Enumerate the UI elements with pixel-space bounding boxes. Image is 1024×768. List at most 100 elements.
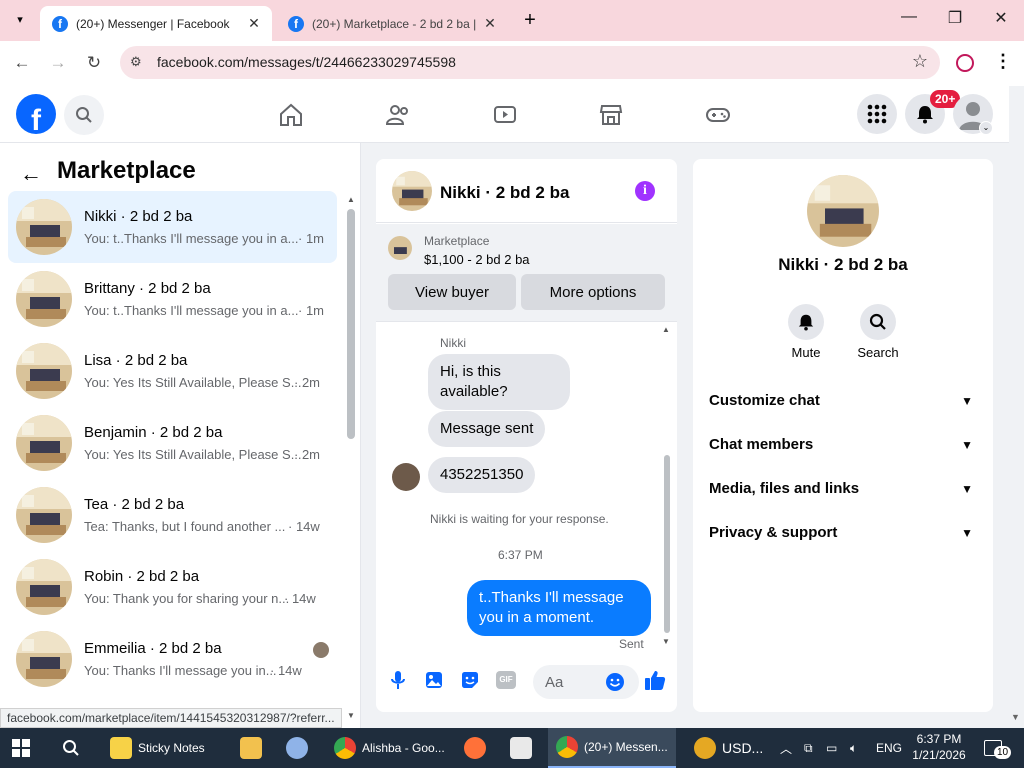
facebook-logo[interactable]: f [16, 94, 56, 134]
chat-header: Nikki · 2 bd 2 ba i [376, 159, 677, 223]
watch-icon[interactable] [492, 102, 518, 128]
marketplace-icon[interactable] [598, 102, 624, 128]
mute-button[interactable] [788, 304, 824, 340]
tab-marketplace[interactable]: f (20+) Marketplace - 2 bd 2 ba | ✕ [276, 6, 508, 41]
scroll-down-arrow[interactable]: ▼ [347, 711, 355, 720]
conversation-item[interactable]: Emmeilia · 2 bd 2 ba You: Thanks I'll me… [8, 623, 337, 695]
customize-chat-section[interactable]: Customize chat ▼ [709, 392, 977, 416]
gif-icon[interactable]: GIF [496, 671, 516, 689]
listing-price[interactable]: $1,100 - 2 bd 2 ba [424, 252, 530, 267]
thumbs-up-icon[interactable] [644, 669, 666, 691]
conversation-time: · 14w [284, 591, 316, 606]
notification-center-button[interactable]: 10 [984, 728, 1012, 768]
profile-icon[interactable] [956, 54, 974, 72]
conversation-item[interactable]: Brittany · 2 bd 2 ba You: t..Thanks I'll… [8, 263, 337, 335]
more-options-button[interactable]: More options [521, 274, 665, 310]
scroll-up-arrow[interactable]: ▲ [662, 325, 670, 334]
network-icon[interactable]: ▭ [826, 728, 842, 768]
chat-avatar[interactable] [392, 171, 432, 211]
address-bar[interactable]: ⚙ facebook.com/messages/t/24466233029745… [120, 46, 940, 79]
close-tab-icon[interactable]: ✕ [480, 15, 500, 32]
tray-overflow-icon[interactable]: ︿ [780, 728, 794, 768]
outgoing-message[interactable]: t..Thanks I'll message you in a moment. [467, 580, 651, 636]
chat-title[interactable]: Nikki · 2 bd 2 ba [440, 183, 569, 203]
start-button[interactable] [12, 728, 40, 768]
taskbar-label: USD... [722, 740, 764, 756]
back-icon[interactable]: ← [10, 51, 34, 75]
message-timestamp: 6:37 PM [498, 548, 543, 562]
view-buyer-button[interactable]: View buyer [388, 274, 516, 310]
reload-icon[interactable]: ↻ [82, 51, 106, 75]
marketplace-conversation-list: ← Marketplace Nikki · 2 bd 2 ba You: t..… [0, 143, 361, 728]
close-tab-icon[interactable]: ✕ [244, 15, 264, 32]
gaming-icon[interactable] [705, 102, 731, 128]
taskbar-chrome-alishba[interactable]: Alishba - Goo... [328, 728, 452, 768]
tab-search-button[interactable]: ▾ [10, 10, 30, 30]
language-indicator[interactable]: ENG [876, 728, 902, 768]
search-in-chat-button[interactable] [860, 304, 896, 340]
incoming-message[interactable]: Message sent [428, 411, 546, 447]
tray-icon[interactable]: ⧉ [804, 728, 818, 768]
taskbar-file-explorer[interactable] [240, 728, 266, 768]
bell-icon [917, 106, 933, 124]
taskbar-firefox[interactable] [464, 728, 490, 768]
taskbar-calendar[interactable] [510, 728, 536, 768]
system-clock[interactable]: 6:37 PM 1/21/2026 [904, 731, 974, 763]
taskbar-sticky-notes[interactable]: Sticky Notes [104, 728, 228, 768]
scroll-down-arrow[interactable]: ▼ [662, 637, 670, 646]
chevron-down-icon[interactable]: ⌄ [979, 121, 993, 135]
friends-icon[interactable] [385, 102, 411, 128]
sticker-icon[interactable] [460, 670, 480, 690]
taskbar-currency-widget[interactable]: USD... [694, 728, 770, 768]
conversation-preview: You: t..Thanks I'll message you in a... [84, 231, 299, 246]
conversation-preview: You: Thanks I'll message you in... [84, 663, 277, 678]
volume-icon[interactable]: 🔈︎ [850, 728, 866, 768]
taskbar-chrome-messenger[interactable]: (20+) Messen... [548, 728, 676, 768]
listing-photo [16, 271, 72, 327]
restore-icon[interactable]: ❐ [940, 8, 970, 32]
conversation-preview: You: t..Thanks I'll message you in a... [84, 303, 299, 318]
conversation-item[interactable]: Benjamin · 2 bd 2 ba You: Yes Its Still … [8, 407, 337, 479]
new-tab-button[interactable]: + [518, 8, 542, 32]
listing-photo [16, 199, 72, 255]
close-window-icon[interactable]: ✕ [986, 8, 1016, 32]
listing-photo [16, 487, 72, 543]
conversation-item[interactable]: Tea · 2 bd 2 ba Tea: Thanks, but I found… [8, 479, 337, 551]
conversation-item[interactable]: Lisa · 2 bd 2 ba You: Yes Its Still Avai… [8, 335, 337, 407]
site-settings-icon[interactable]: ⚙ [130, 54, 148, 72]
listing-photo [16, 559, 72, 615]
incoming-message[interactable]: 4352251350 [428, 457, 536, 493]
taskbar-search-button[interactable] [62, 728, 86, 768]
emoji-icon[interactable] [605, 672, 625, 692]
taskbar-app[interactable] [286, 728, 312, 768]
chat-members-section[interactable]: Chat members ▼ [709, 436, 977, 460]
conversation-item[interactable]: Robin · 2 bd 2 ba You: Thank you for sha… [8, 551, 337, 623]
conversation-name: Brittany · 2 bd 2 ba [84, 280, 211, 297]
minimize-icon[interactable]: — [894, 8, 924, 32]
microphone-icon[interactable] [388, 670, 408, 690]
contact-avatar[interactable] [807, 175, 879, 247]
info-icon[interactable]: i [635, 181, 655, 201]
listing-photo [16, 415, 72, 471]
privacy-support-section[interactable]: Privacy & support ▼ [709, 524, 977, 548]
browser-menu-icon[interactable]: ⋮ [994, 51, 1012, 72]
page-scroll-down-arrow[interactable]: ▼ [1011, 712, 1020, 722]
back-arrow-icon[interactable]: ← [20, 161, 42, 187]
message-input[interactable]: Aa [533, 665, 639, 699]
list-scrollbar[interactable] [347, 209, 355, 439]
bookmark-star-icon[interactable]: ☆ [912, 51, 928, 72]
firefox-icon [464, 737, 486, 759]
clock-date: 1/21/2026 [912, 748, 966, 762]
chat-scrollbar[interactable] [664, 455, 670, 633]
menu-button[interactable] [857, 94, 897, 134]
conversation-item[interactable]: Nikki · 2 bd 2 ba You: t..Thanks I'll me… [8, 191, 337, 263]
forward-icon[interactable]: → [46, 51, 70, 75]
home-icon[interactable] [278, 102, 304, 128]
incoming-message[interactable]: Hi, is this available? [428, 354, 570, 410]
media-files-links-section[interactable]: Media, files and links ▼ [709, 480, 977, 504]
search-icon [63, 740, 79, 756]
photo-icon[interactable] [424, 670, 444, 690]
scroll-up-arrow[interactable]: ▲ [347, 195, 355, 204]
tab-messenger[interactable]: f (20+) Messenger | Facebook ✕ [40, 6, 272, 41]
search-button[interactable] [64, 95, 104, 135]
